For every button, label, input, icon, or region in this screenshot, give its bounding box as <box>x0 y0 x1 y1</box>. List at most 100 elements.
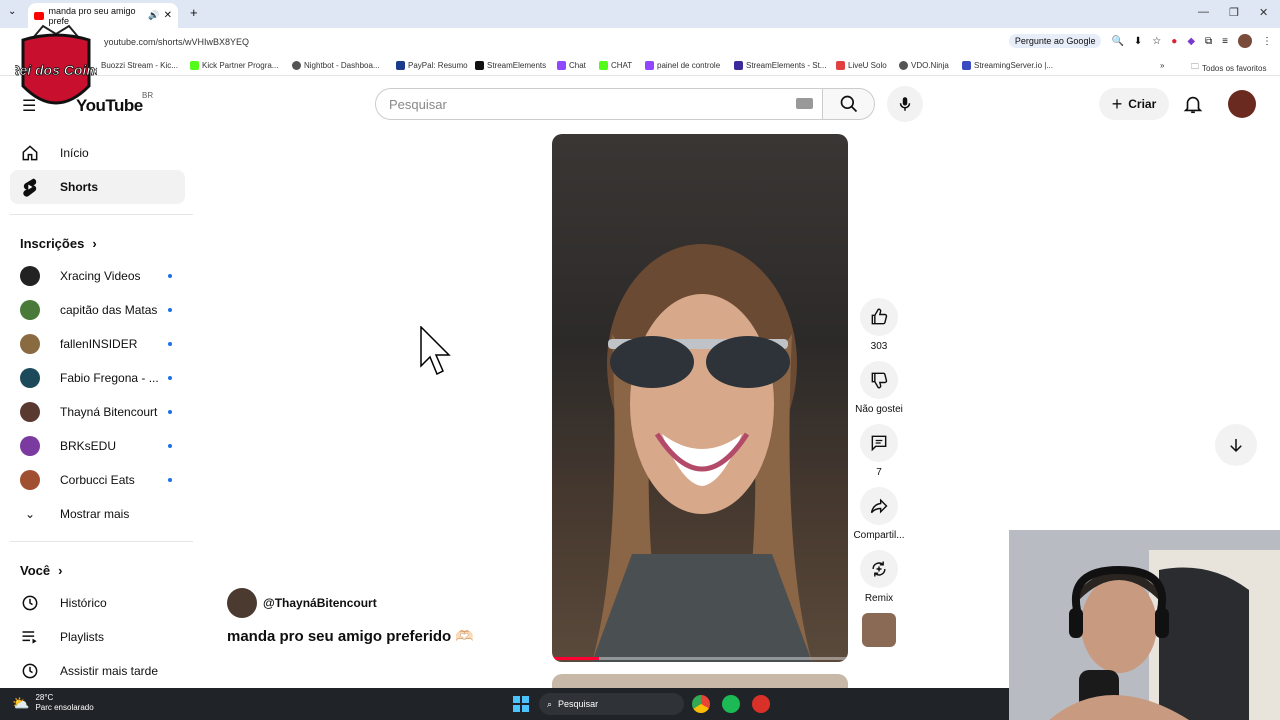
bookmark-item[interactable]: VDO.Ninja <box>899 61 949 70</box>
streamingserver-icon <box>962 61 971 70</box>
new-content-dot <box>168 478 172 482</box>
short-channel[interactable]: @ThaynáBitencourt <box>227 588 377 618</box>
bookmark-item[interactable]: PayPal: Resumo <box>396 61 468 70</box>
you-header[interactable]: Você › <box>0 554 195 586</box>
bookmark-item[interactable]: Buozzi Stream - Kic... <box>101 61 178 70</box>
weather-widget[interactable]: ⛅ 28°C Parc ensolarado <box>12 693 94 713</box>
restore-button[interactable]: ❐ <box>1229 6 1239 19</box>
bookmark-item[interactable]: StreamElements - St... <box>734 61 826 70</box>
subscription-item[interactable]: fallenINSIDER <box>10 327 185 361</box>
taskbar-search-label: Pesquisar <box>558 699 599 709</box>
taskbar-search[interactable]: ⌕ Pesquisar <box>539 693 684 715</box>
sidebar-item-playlists[interactable]: Playlists <box>10 620 185 654</box>
video-progress-fill <box>552 657 600 660</box>
voice-search-button[interactable] <box>887 86 923 122</box>
url-field[interactable]: youtube.com/shorts/wVHIwBX8YEQ <box>104 37 249 47</box>
dislike-button[interactable] <box>860 361 898 399</box>
spotify-icon[interactable] <box>722 695 740 713</box>
account-avatar[interactable] <box>1228 90 1256 118</box>
subscription-item[interactable]: capitão das Matas <box>10 293 185 327</box>
create-button[interactable]: + Criar <box>1099 88 1169 120</box>
menu-icon[interactable]: ☰ <box>22 96 36 116</box>
video-progress-bar[interactable] <box>552 657 848 660</box>
plus-icon: + <box>1111 93 1123 114</box>
extensions-puzzle-icon[interactable]: ⧉ <box>1205 36 1212 47</box>
new-tab-button[interactable]: + <box>190 5 198 20</box>
bookmark-item[interactable]: Nightbot - Dashboa... <box>292 61 380 70</box>
profile-icon[interactable] <box>1238 34 1252 48</box>
ask-google-button[interactable]: Pergunte ao Google <box>1008 34 1102 48</box>
subscription-item[interactable]: Thayná Bitencourt <box>10 395 185 429</box>
sidebar-item-home[interactable]: Início <box>10 136 185 170</box>
channel-name[interactable]: @ThaynáBitencourt <box>263 596 377 610</box>
sidebar-item-watch-later[interactable]: Assistir mais tarde <box>10 654 185 688</box>
subscription-item[interactable]: Xracing Videos <box>10 259 185 293</box>
audio-thumbnail[interactable] <box>862 613 896 647</box>
share-button[interactable] <box>860 487 898 525</box>
divider <box>10 541 193 542</box>
webcam-overlay <box>1009 530 1280 720</box>
all-favorites-folder[interactable]: 🗀 Todos os favoritos <box>1191 61 1266 75</box>
start-button[interactable] <box>513 696 529 712</box>
show-more-button[interactable]: ⌄ Mostrar mais <box>10 497 185 531</box>
subscription-item[interactable]: BRKsEDU <box>10 429 185 463</box>
share-label: Compartil... <box>853 530 905 541</box>
tab-audio-icon[interactable]: 🔊 <box>148 10 159 21</box>
region-code: BR <box>142 91 154 100</box>
sidebar-item-label: Mostrar mais <box>60 507 130 521</box>
subscription-item[interactable]: Corbucci Eats <box>10 463 185 497</box>
subscription-item[interactable]: Fabio Fregona - ... <box>10 361 185 395</box>
app-icon[interactable] <box>752 695 770 713</box>
tab-close-icon[interactable]: ✕ <box>164 10 172 21</box>
minimize-button[interactable]: — <box>1198 6 1209 18</box>
like-button[interactable] <box>860 298 898 336</box>
notifications-bell-icon[interactable] <box>1182 92 1204 116</box>
bookmark-item[interactable]: StreamElements <box>475 61 546 70</box>
install-icon[interactable]: ⬇ <box>1134 36 1142 47</box>
folder-icon: 🗀 <box>1191 62 1199 71</box>
bookmark-item[interactable]: Chat <box>557 61 586 70</box>
next-short-button[interactable] <box>1215 424 1257 466</box>
comments-button[interactable] <box>860 424 898 462</box>
extension-icon[interactable]: ● <box>1171 36 1177 47</box>
mouse-cursor-icon <box>420 326 451 376</box>
streamelements-icon <box>734 61 743 70</box>
chevron-right-icon: › <box>92 235 97 251</box>
chevron-down-icon: ⌄ <box>24 507 36 521</box>
browser-menu-icon[interactable]: ⋮ <box>1262 36 1272 47</box>
zoom-icon[interactable]: 🔍 <box>1111 36 1123 47</box>
keyboard-icon[interactable] <box>796 98 813 109</box>
arrow-down-icon <box>1230 439 1242 453</box>
reading-list-icon[interactable]: ≡ <box>1222 36 1228 47</box>
youtube-logo[interactable]: YouTube <box>76 96 143 116</box>
sidebar-item-label: Shorts <box>60 180 99 194</box>
bookmark-star-icon[interactable]: ☆ <box>1152 36 1161 47</box>
bookmarks-overflow-button[interactable]: » <box>1160 61 1164 70</box>
chrome-icon[interactable] <box>692 695 710 713</box>
channel-avatar[interactable] <box>227 588 257 618</box>
bookmark-item[interactable]: CHAT <box>599 61 632 70</box>
channel-avatar <box>20 368 40 388</box>
search-input[interactable]: Pesquisar <box>375 88 823 120</box>
bookmark-item[interactable]: StreamingServer.io |... <box>962 61 1053 70</box>
bookmark-item[interactable]: Kick Partner Progra... <box>190 61 278 70</box>
short-title: manda pro seu amigo preferido 🫶🏻 <box>227 628 475 645</box>
nightbot-icon <box>292 61 301 70</box>
dislike-label: Não gostei <box>855 404 903 415</box>
tab-list-button[interactable]: ⌄ <box>8 6 16 17</box>
like-count: 303 <box>870 341 888 352</box>
bookmark-item[interactable]: painel de controle <box>645 61 720 70</box>
bookmark-item[interactable]: LiveU Solo <box>836 61 887 70</box>
subscriptions-header[interactable]: Inscrições › <box>0 227 195 259</box>
sidebar-item-shorts[interactable]: Shorts <box>10 170 185 204</box>
share-icon <box>870 498 888 514</box>
close-window-button[interactable]: ✕ <box>1259 6 1268 19</box>
streamelements-icon <box>475 61 484 70</box>
sidebar-item-history[interactable]: Histórico <box>10 586 185 620</box>
weather-label: Parc ensolarado <box>35 703 94 712</box>
short-video-player[interactable] <box>552 134 848 662</box>
remix-button[interactable] <box>860 550 898 588</box>
search-button[interactable] <box>822 88 875 120</box>
browser-tab-bar: ⌄ manda pro seu amigo prefe 🔊 ✕ + — ❐ ✕ <box>0 0 1280 28</box>
extension-icon[interactable]: ◆ <box>1187 36 1195 47</box>
